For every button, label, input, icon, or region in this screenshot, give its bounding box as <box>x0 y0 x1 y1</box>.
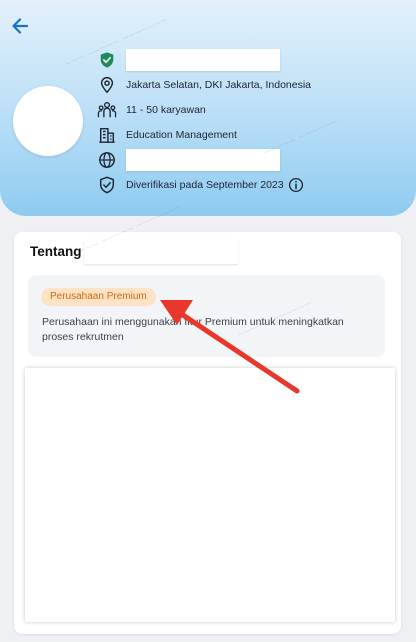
verified-text: Diverifikasi pada September 2023 <box>126 179 284 191</box>
info-circle-icon <box>288 177 303 193</box>
content-panel <box>25 368 395 622</box>
website-redacted[interactable] <box>126 149 280 171</box>
premium-badge: Perusahaan Premium <box>41 288 156 306</box>
arrow-left-icon <box>12 18 29 34</box>
employees-text: 11 - 50 karyawan <box>126 104 206 116</box>
location-row: Jakarta Selatan, DKI Jakarta, Indonesia <box>97 73 311 97</box>
industry-text: Education Management <box>126 129 237 141</box>
company-name-row <box>97 48 280 72</box>
company-header: Jakarta Selatan, DKI Jakarta, Indonesia … <box>0 0 416 216</box>
shield-check-outline-icon <box>97 175 117 195</box>
about-title: Tentang <box>30 244 82 259</box>
map-pin-icon <box>97 75 117 95</box>
about-company-name-redacted <box>84 240 238 264</box>
verified-row: Diverifikasi pada September 2023 <box>97 173 304 197</box>
website-row <box>97 148 280 172</box>
building-icon <box>97 125 117 145</box>
company-name-redacted <box>126 49 280 71</box>
location-text: Jakarta Selatan, DKI Jakarta, Indonesia <box>126 79 312 91</box>
people-icon <box>97 100 117 120</box>
globe-icon <box>97 150 117 170</box>
about-card: Tentang Perusahaan Premium Perusahaan in… <box>14 200 401 634</box>
info-button[interactable] <box>288 177 304 193</box>
industry-row: Education Management <box>97 123 237 147</box>
company-logo <box>13 86 83 156</box>
shield-check-icon <box>97 50 117 70</box>
premium-info-box: Perusahaan Premium Perusahaan ini menggu… <box>28 275 385 357</box>
employees-row: 11 - 50 karyawan <box>97 98 206 122</box>
back-button[interactable] <box>6 12 34 40</box>
premium-description: Perusahaan ini menggunakan fitur Premium… <box>42 316 344 343</box>
